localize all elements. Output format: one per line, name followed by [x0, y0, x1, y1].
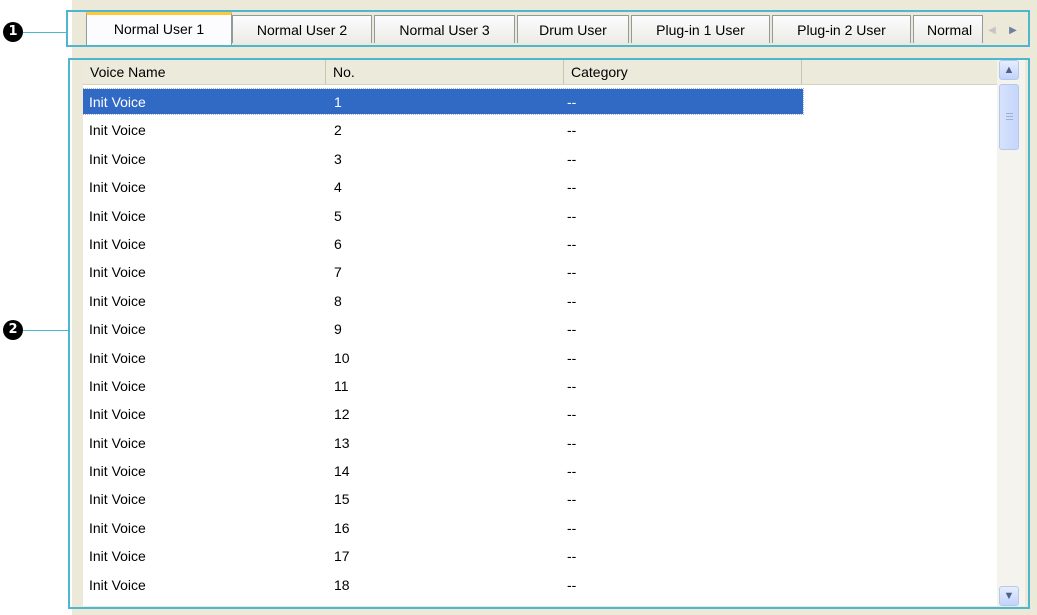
cell-category: -- [567, 406, 577, 423]
list-item[interactable]: Init Voice 12 -- [83, 400, 997, 428]
cell-number: 10 [334, 349, 350, 366]
chevron-down-icon[interactable]: ▼ [999, 586, 1019, 606]
tab-plug-in-1-user[interactable]: Plug-in 1 User [631, 15, 770, 43]
cell-category: -- [567, 519, 577, 536]
tab-normal-user-3[interactable]: Normal User 3 [374, 15, 515, 43]
cell-voice-name: Init Voice [89, 519, 146, 536]
vertical-scrollbar[interactable]: ▲ ▼ [997, 60, 1025, 606]
cell-number: 16 [334, 519, 350, 536]
cell-category: -- [567, 434, 577, 451]
list-item[interactable]: Init Voice 11 -- [83, 372, 997, 400]
cell-number: 2 [334, 122, 342, 139]
cell-category: -- [567, 548, 577, 565]
cell-voice-name: Init Voice [89, 377, 146, 394]
cell-category: -- [567, 292, 577, 309]
cell-category: -- [567, 463, 577, 480]
cell-category: -- [567, 235, 577, 252]
list-item[interactable]: Init Voice 16 -- [83, 514, 997, 542]
cell-voice-name: Init Voice [89, 491, 146, 508]
cell-voice-name: Init Voice [89, 235, 146, 252]
list-item[interactable]: Init Voice 15 -- [83, 485, 997, 513]
tab-drum-user[interactable]: Drum User [517, 15, 629, 43]
list-rows: Init Voice 1 -- Init Voice 2 -- Init Voice 3 -- I… [83, 88, 997, 599]
cell-number: 9 [334, 321, 342, 338]
column-header-voice-name[interactable]: Voice Name [83, 60, 326, 84]
scrollbar-thumb[interactable] [999, 84, 1019, 150]
column-header-category[interactable]: Category [564, 60, 802, 84]
cell-voice-name: Init Voice [89, 94, 146, 110]
list-header: Voice Name No. Category [83, 60, 997, 85]
list-item[interactable]: Init Voice 18 -- [83, 571, 997, 599]
cell-category: -- [567, 122, 577, 139]
cell-number: 18 [334, 576, 350, 593]
cell-number: 12 [334, 406, 350, 423]
list-item[interactable]: Init Voice 6 -- [83, 230, 997, 258]
cell-voice-name: Init Voice [89, 207, 146, 224]
list-item[interactable]: Init Voice 17 -- [83, 542, 997, 570]
list-item[interactable]: Init Voice 13 -- [83, 429, 997, 457]
list-item[interactable]: Init Voice 10 -- [83, 344, 997, 372]
cell-number: 7 [334, 264, 342, 281]
cell-voice-name: Init Voice [89, 150, 146, 167]
chevron-left-icon[interactable]: ◀ [985, 22, 999, 40]
list-item[interactable]: Init Voice 8 -- [83, 287, 997, 315]
voice-list[interactable]: Voice Name No. Category Init Voice 1 -- Ini… [83, 60, 997, 606]
cell-voice-name: Init Voice [89, 264, 146, 281]
cell-voice-name: Init Voice [89, 434, 146, 451]
tab-plug-in-2-user[interactable]: Plug-in 2 User [772, 15, 911, 43]
list-item[interactable]: Init Voice 4 -- [83, 173, 997, 201]
list-item[interactable]: Init Voice 9 -- [83, 315, 997, 343]
list-item[interactable]: Init Voice 5 -- [83, 202, 997, 230]
cell-category: -- [567, 491, 577, 508]
scrollbar-grip [1006, 119, 1013, 120]
tab-normal-user-2[interactable]: Normal User 2 [232, 15, 372, 43]
callout-marker-2: 2 [3, 320, 23, 340]
cell-category: -- [567, 377, 577, 394]
scrollbar-grip [1006, 113, 1013, 114]
cell-category: -- [567, 264, 577, 281]
list-item[interactable]: Init Voice 3 -- [83, 145, 997, 173]
cell-category: -- [567, 150, 577, 167]
cell-number: 15 [334, 491, 350, 508]
cell-voice-name: Init Voice [89, 406, 146, 423]
cell-voice-name: Init Voice [89, 321, 146, 338]
cell-category: -- [567, 349, 577, 366]
tab-normal-user-1[interactable]: Normal User 1 [86, 12, 232, 45]
cell-number: 6 [334, 235, 342, 252]
cell-category: -- [567, 576, 577, 593]
cell-number: 3 [334, 150, 342, 167]
cell-number: 8 [334, 292, 342, 309]
list-item[interactable]: Init Voice 2 -- [83, 116, 997, 144]
cell-category: -- [567, 207, 577, 224]
cell-number: 11 [334, 377, 349, 394]
chevron-right-icon[interactable]: ▶ [1006, 22, 1020, 40]
callout-line-1 [23, 32, 66, 33]
cell-number: 14 [334, 463, 350, 480]
cell-number: 13 [334, 434, 350, 451]
scrollbar-grip [1006, 116, 1013, 117]
cell-category: -- [567, 321, 577, 338]
cell-voice-name: Init Voice [89, 292, 146, 309]
list-item[interactable]: Init Voice 1 -- [83, 88, 997, 116]
tab-normal-partial[interactable]: Normal [913, 15, 983, 43]
list-item[interactable]: Init Voice 7 -- [83, 258, 997, 286]
callout-marker-1: 1 [3, 22, 23, 42]
cell-voice-name: Init Voice [89, 463, 146, 480]
cell-voice-name: Init Voice [89, 349, 146, 366]
cell-number: 1 [334, 94, 342, 110]
list-item[interactable]: Init Voice 14 -- [83, 457, 997, 485]
cell-category: -- [567, 94, 577, 110]
chevron-up-icon[interactable]: ▲ [999, 60, 1019, 80]
cell-voice-name: Init Voice [89, 179, 146, 196]
selection-highlight [83, 88, 804, 115]
cell-number: 5 [334, 207, 342, 224]
cell-number: 4 [334, 179, 342, 196]
column-header-no[interactable]: No. [326, 60, 564, 84]
cell-category: -- [567, 179, 577, 196]
cell-voice-name: Init Voice [89, 122, 146, 139]
cell-number: 17 [334, 548, 350, 565]
cell-voice-name: Init Voice [89, 576, 146, 593]
callout-line-2 [23, 330, 68, 331]
cell-voice-name: Init Voice [89, 548, 146, 565]
